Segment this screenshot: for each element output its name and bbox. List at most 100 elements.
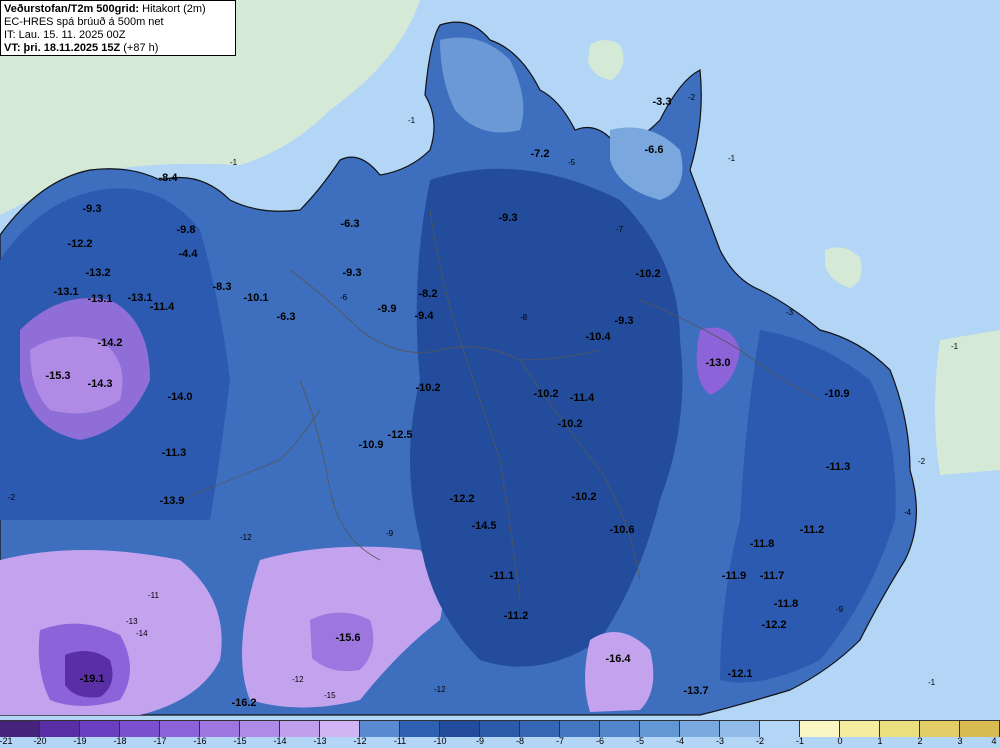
temperature-label: -10.6: [609, 524, 634, 536]
temperature-label: -13.9: [159, 495, 184, 507]
color-scale-tick: -13: [313, 736, 327, 746]
temperature-label: -9.8: [177, 224, 196, 236]
map-info-box: Veðurstofan/T2m 500grid: Hitakort (2m) E…: [0, 0, 236, 56]
color-scale-ticks: -21 -20 -19 -18 -17 -16 -15 -14 -13 -12 -11 -10 -9 -8…: [0, 736, 1000, 748]
temperature-label: -13.1: [127, 292, 152, 304]
zone-southeast-cold: [585, 632, 654, 712]
temperature-label: -12.1: [727, 668, 752, 680]
color-scale-segment: [160, 721, 200, 737]
temperature-label: -8.2: [419, 288, 438, 300]
temperature-label: -10.1: [243, 292, 268, 304]
color-scale-segment: [40, 721, 80, 737]
color-scale-segment: [400, 721, 440, 737]
color-scale-segment: [680, 721, 720, 737]
temperature-label: -11.2: [800, 524, 824, 536]
contour-label: -3: [786, 308, 794, 317]
color-scale-tick: -7: [555, 736, 565, 746]
contour-label: -1: [951, 342, 959, 351]
color-scale-tick: -5: [635, 736, 645, 746]
contour-label: -11: [148, 591, 160, 600]
color-scale-segment: [360, 721, 400, 737]
contour-label: -2: [918, 457, 926, 466]
temperature-label: -15.6: [335, 632, 360, 644]
temperature-label: -10.9: [824, 388, 849, 400]
color-scale-tick: -14: [273, 736, 287, 746]
contour-label: -1: [928, 678, 936, 687]
temperature-label: -14.3: [87, 378, 112, 390]
color-scale-tick: -8: [515, 736, 525, 746]
color-scale-segment: [120, 721, 160, 737]
color-scale-segment: [840, 721, 880, 737]
color-scale-segment: [760, 721, 800, 737]
contour-label: -13: [126, 617, 138, 626]
contour-label: -1: [408, 116, 416, 125]
temperature-label: -13.1: [53, 286, 78, 298]
color-scale-tick: 4: [991, 736, 997, 746]
temperature-label: -15.3: [45, 370, 70, 382]
color-scale-tick: -9: [475, 736, 485, 746]
temperature-label: -10.2: [571, 491, 596, 503]
temperature-label: -10.4: [585, 331, 611, 343]
temperature-label: -9.4: [415, 310, 435, 322]
contour-label: -12: [240, 533, 252, 542]
temperature-label: -10.2: [557, 418, 582, 430]
color-scale-tick: -10: [433, 736, 447, 746]
header-valid-time: VT: þri. 18.11.2025 15Z: [4, 42, 121, 54]
temperature-label: -14.5: [471, 520, 496, 532]
color-scale-tick: 0: [837, 736, 843, 746]
color-scale-tick: -16: [193, 736, 207, 746]
contour-label: -5: [568, 158, 576, 167]
temperature-label: -12.2: [67, 238, 92, 250]
temperature-label: -6.6: [645, 144, 664, 156]
contour-label: -7: [616, 225, 624, 234]
temperature-label: -16.2: [231, 697, 256, 709]
temperature-label: -9.3: [499, 212, 518, 224]
color-scale-segment: [80, 721, 120, 737]
temperature-label: -14.2: [97, 337, 122, 349]
temperature-map: -9.3-12.2-13.2-13.1-13.1 -13.1-11.4-14.2-…: [0, 0, 1000, 720]
temperature-label: -6.3: [341, 218, 360, 230]
temperature-label: -11.3: [162, 447, 186, 459]
color-scale-segment: [480, 721, 520, 737]
color-scale-segment: [320, 721, 360, 737]
contour-label: -12: [434, 685, 446, 694]
color-scale-tick: -17: [153, 736, 167, 746]
temperature-label: -11.7: [760, 570, 784, 582]
temperature-label: -12.5: [387, 429, 412, 441]
color-scale-segment: [240, 721, 280, 737]
header-line1: Veðurstofan/T2m 500grid: Hitakort (2m): [4, 3, 232, 16]
color-scale-tick: -2: [755, 736, 765, 746]
temperature-label: -3.3: [653, 96, 672, 108]
temperature-label: -13.1: [87, 293, 112, 305]
temperature-label: -11.4: [570, 392, 595, 404]
color-scale-tick: -18: [113, 736, 127, 746]
contour-label: -9: [836, 605, 844, 614]
color-scale-tick: 1: [877, 736, 883, 746]
color-scale-tick: -21: [0, 736, 13, 746]
color-scale-segment: [800, 721, 840, 737]
temperature-label: -11.8: [750, 538, 774, 550]
temperature-label: -13.2: [85, 267, 110, 279]
temperature-label: -8.3: [213, 281, 232, 293]
color-scale-segment: [880, 721, 920, 737]
temperature-label: -11.2: [504, 610, 528, 622]
contour-label: -2: [8, 493, 16, 502]
color-scale-tick: -3: [715, 736, 725, 746]
color-scale-segment: [920, 721, 960, 737]
color-scale-tick: -20: [33, 736, 47, 746]
temperature-label: -10.9: [358, 439, 383, 451]
color-scale-segment: [960, 721, 1000, 737]
temperature-label: -12.2: [449, 493, 474, 505]
temperature-label: -11.3: [826, 461, 850, 473]
color-scale-segment: [600, 721, 640, 737]
temperature-label: -9.9: [378, 303, 397, 315]
color-scale-segment: [440, 721, 480, 737]
color-scale-tick: 3: [957, 736, 963, 746]
contour-label: -2: [688, 93, 696, 102]
temperature-label: -11.4: [150, 301, 175, 313]
temperature-label: -4.4: [179, 248, 199, 260]
color-scale-tick: -1: [795, 736, 805, 746]
color-scale-segment: [200, 721, 240, 737]
header-model: EC-HRES spá brúuð á 500m net: [4, 16, 164, 28]
temperature-label: -10.2: [635, 268, 660, 280]
